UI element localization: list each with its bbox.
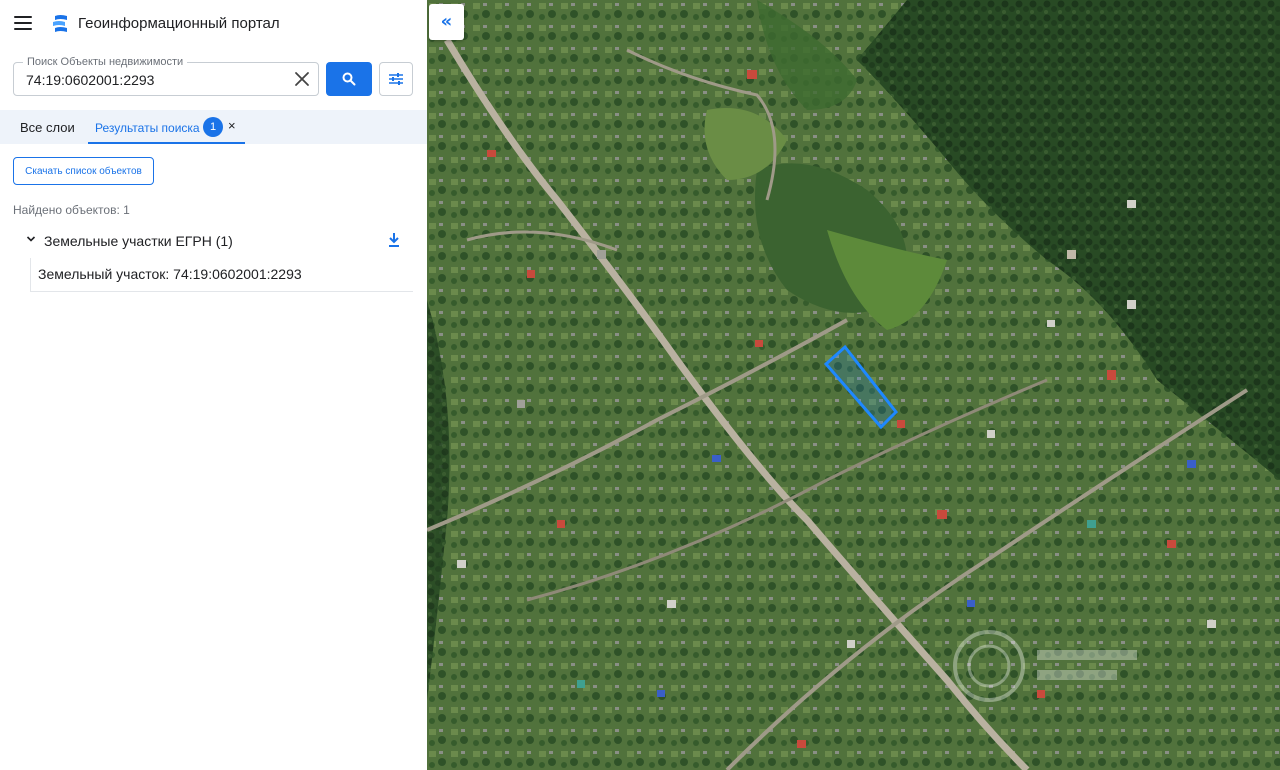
search-legend: Поиск Объекты недвижимости xyxy=(23,55,188,69)
download-list-button[interactable]: Скачать список объектов xyxy=(13,157,154,185)
result-group-header[interactable]: Земельные участки ЕГРН (1) xyxy=(24,230,409,252)
tab-search-results-label: Результаты поиска xyxy=(95,121,200,135)
map-view[interactable]: « xyxy=(427,0,1280,770)
sliders-icon xyxy=(389,73,403,85)
search-input[interactable] xyxy=(26,70,286,90)
double-chevron-left-icon: « xyxy=(440,11,453,32)
download-icon[interactable] xyxy=(388,232,400,248)
search-icon xyxy=(342,72,356,86)
filter-button[interactable] xyxy=(379,62,413,96)
close-icon[interactable] xyxy=(292,69,312,89)
app-root: Геоинформационный портал Поиск Объекты н… xyxy=(0,0,1280,770)
app-header: Геоинформационный портал xyxy=(0,0,427,48)
result-item[interactable]: Земельный участок: 74:19:0602001:2293 xyxy=(30,258,413,292)
collapse-sidebar-button[interactable]: « xyxy=(429,4,464,40)
results-count-badge: 1 xyxy=(203,117,223,137)
sidebar-panel: Геоинформационный портал Поиск Объекты н… xyxy=(0,0,427,770)
chevron-down-icon xyxy=(26,236,36,242)
search-button[interactable] xyxy=(326,62,372,96)
close-tab-icon[interactable]: × xyxy=(228,119,240,133)
tab-search-results[interactable]: Результаты поиска 1 × xyxy=(88,110,245,144)
result-group-label: Земельные участки ЕГРН (1) xyxy=(44,233,233,249)
result-item-label: Земельный участок: 74:19:0602001:2293 xyxy=(38,266,302,282)
tab-all-layers[interactable]: Все слои xyxy=(20,120,75,135)
found-count: Найдено объектов: 1 xyxy=(13,203,130,217)
search-field[interactable]: Поиск Объекты недвижимости xyxy=(13,55,319,96)
watermark-logo xyxy=(953,630,1137,702)
portal-logo-icon xyxy=(53,15,67,32)
tabs-bar: Все слои Результаты поиска 1 × xyxy=(0,110,427,144)
hamburger-menu-icon[interactable] xyxy=(14,16,32,30)
app-title: Геоинформационный портал xyxy=(78,15,280,32)
